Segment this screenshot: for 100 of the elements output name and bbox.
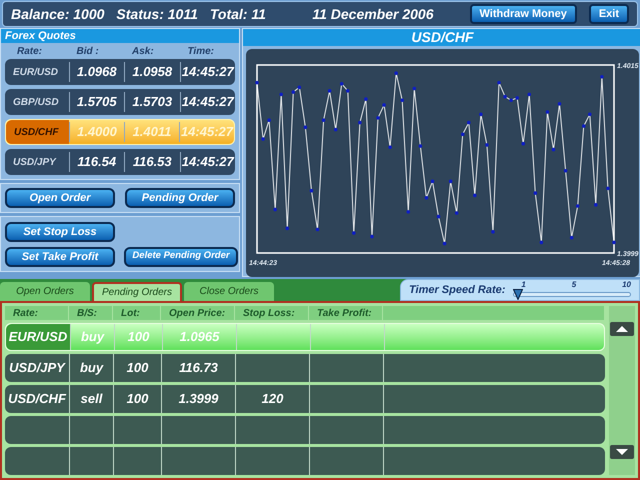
data-point — [612, 240, 616, 244]
quote-value: 1.5705 — [68, 92, 124, 112]
data-point — [521, 142, 526, 146]
order-row[interactable]: USD/CHF sell 100 1.3999 120 — [5, 385, 605, 413]
action-button[interactable]: Set Take Profit — [5, 246, 115, 266]
data-point — [285, 226, 290, 230]
scroll-down-icon[interactable] — [610, 445, 634, 459]
action-button[interactable]: Pending Order — [125, 188, 235, 208]
column-header: Rate: — [16, 44, 44, 58]
quote-value: 1.4011 — [124, 122, 179, 142]
data-point — [430, 180, 434, 184]
header-button[interactable]: Withdraw Money — [470, 4, 577, 24]
data-point — [473, 194, 477, 198]
data-point — [304, 125, 308, 130]
column-header: Rate: — [5, 306, 69, 320]
data-point — [497, 80, 501, 84]
data-point — [540, 240, 544, 244]
quote-value: 116.53 — [124, 152, 180, 172]
data-point — [588, 112, 592, 116]
quote-row[interactable]: USD/JPY 116.54 116.53 14:45:27 — [5, 149, 235, 175]
quote-value: 14:45:27 — [180, 62, 235, 82]
data-point — [370, 234, 374, 238]
panel-title: Forex Quotes — [1, 29, 239, 43]
data-point — [310, 188, 314, 193]
order-cell: buy — [69, 354, 113, 382]
quote-row[interactable]: GBP/USD 1.5705 1.5703 14:45:27 — [5, 89, 235, 115]
orders-tab[interactable]: Open Orders — [0, 282, 90, 301]
data-point — [558, 102, 562, 106]
column-header: Bid : — [75, 44, 100, 58]
quote-value: 1.5703 — [124, 92, 180, 112]
quote-row[interactable]: USD/CHF 1.4000 1.4011 14:45:27 — [5, 119, 235, 145]
data-point — [491, 230, 495, 234]
speed-tick: 10 — [622, 280, 631, 288]
chart-title: USD/CHF — [243, 29, 640, 46]
column-header: Time: — [186, 44, 215, 58]
data-point — [479, 112, 483, 116]
order-cell: 100 — [114, 324, 162, 350]
data-point — [576, 204, 580, 208]
data-point — [261, 137, 265, 141]
data-point — [382, 103, 386, 107]
column-header: B/S: — [69, 306, 113, 320]
quote-value: 1.0968 — [68, 62, 124, 82]
order-cell: 116.73 — [161, 354, 235, 382]
order-cell: 1.3999 — [161, 385, 235, 413]
data-point — [388, 145, 392, 150]
data-point — [466, 120, 471, 124]
quote-row[interactable]: EUR/USD 1.0968 1.0958 14:45:27 — [5, 59, 235, 85]
stat-text: Total: 11 — [210, 4, 266, 24]
data-point — [448, 180, 452, 184]
data-point — [273, 208, 277, 212]
data-point — [292, 90, 296, 94]
column-header: Stop Loss: — [235, 306, 309, 320]
data-point — [418, 144, 422, 148]
slider-thumb[interactable] — [513, 288, 524, 300]
order-cell: EUR/USD — [6, 324, 70, 350]
order-cell: sell — [69, 385, 113, 413]
action-button[interactable]: Delete Pending Order — [124, 246, 238, 266]
action-button[interactable]: Open Order — [5, 188, 115, 208]
stat-text: Status: 1011 — [116, 4, 198, 24]
date-text: 11 December 2006 — [312, 4, 434, 24]
action-button[interactable]: Set Stop Loss — [5, 222, 115, 242]
data-point — [528, 92, 532, 96]
data-point — [346, 89, 350, 93]
data-point — [454, 211, 458, 215]
column-header: Open Price: — [161, 306, 235, 320]
quote-value: 14:45:27 — [180, 152, 235, 172]
order-cell: 100 — [113, 354, 161, 382]
orders-tab[interactable]: Pending Orders — [92, 282, 182, 301]
quote-value: 14:45:27 — [180, 92, 235, 112]
order-cell-text: USD/JPY — [8, 359, 67, 378]
quote-rate: USD/JPY — [12, 156, 58, 170]
order-cell: 100 — [113, 385, 161, 413]
order-cell-text: USD/CHF — [7, 390, 68, 408]
order-row[interactable]: USD/JPY buy 100 116.73 — [5, 354, 605, 382]
data-point — [509, 98, 513, 102]
data-point — [316, 228, 320, 232]
data-point — [485, 143, 489, 147]
data-point — [328, 89, 332, 93]
data-point — [340, 82, 344, 86]
quote-value: 14:45:27 — [178, 122, 234, 142]
data-point — [564, 168, 568, 173]
column-header: Lot: — [113, 306, 161, 320]
timer-label: Timer Speed Rate: — [409, 282, 506, 298]
order-cell: 1.0965 — [162, 324, 236, 350]
data-point — [442, 242, 446, 246]
order-row[interactable]: EUR/USD buy 100 1.0965 — [5, 323, 605, 351]
speed-tick: 1 — [521, 280, 526, 288]
quote-rate: USD/CHF — [6, 120, 69, 144]
data-point — [358, 120, 362, 124]
data-point — [534, 191, 538, 195]
data-point — [546, 110, 550, 114]
orders-tab[interactable]: Close Orders — [184, 282, 274, 301]
quote-rate: EUR/USD — [12, 66, 60, 80]
order-cell: buy — [70, 324, 114, 350]
data-point — [570, 236, 574, 240]
data-point — [322, 118, 326, 122]
data-point — [406, 210, 410, 214]
header-button[interactable]: Exit — [588, 4, 629, 24]
data-point — [412, 86, 416, 90]
scroll-up-icon[interactable] — [610, 322, 634, 336]
